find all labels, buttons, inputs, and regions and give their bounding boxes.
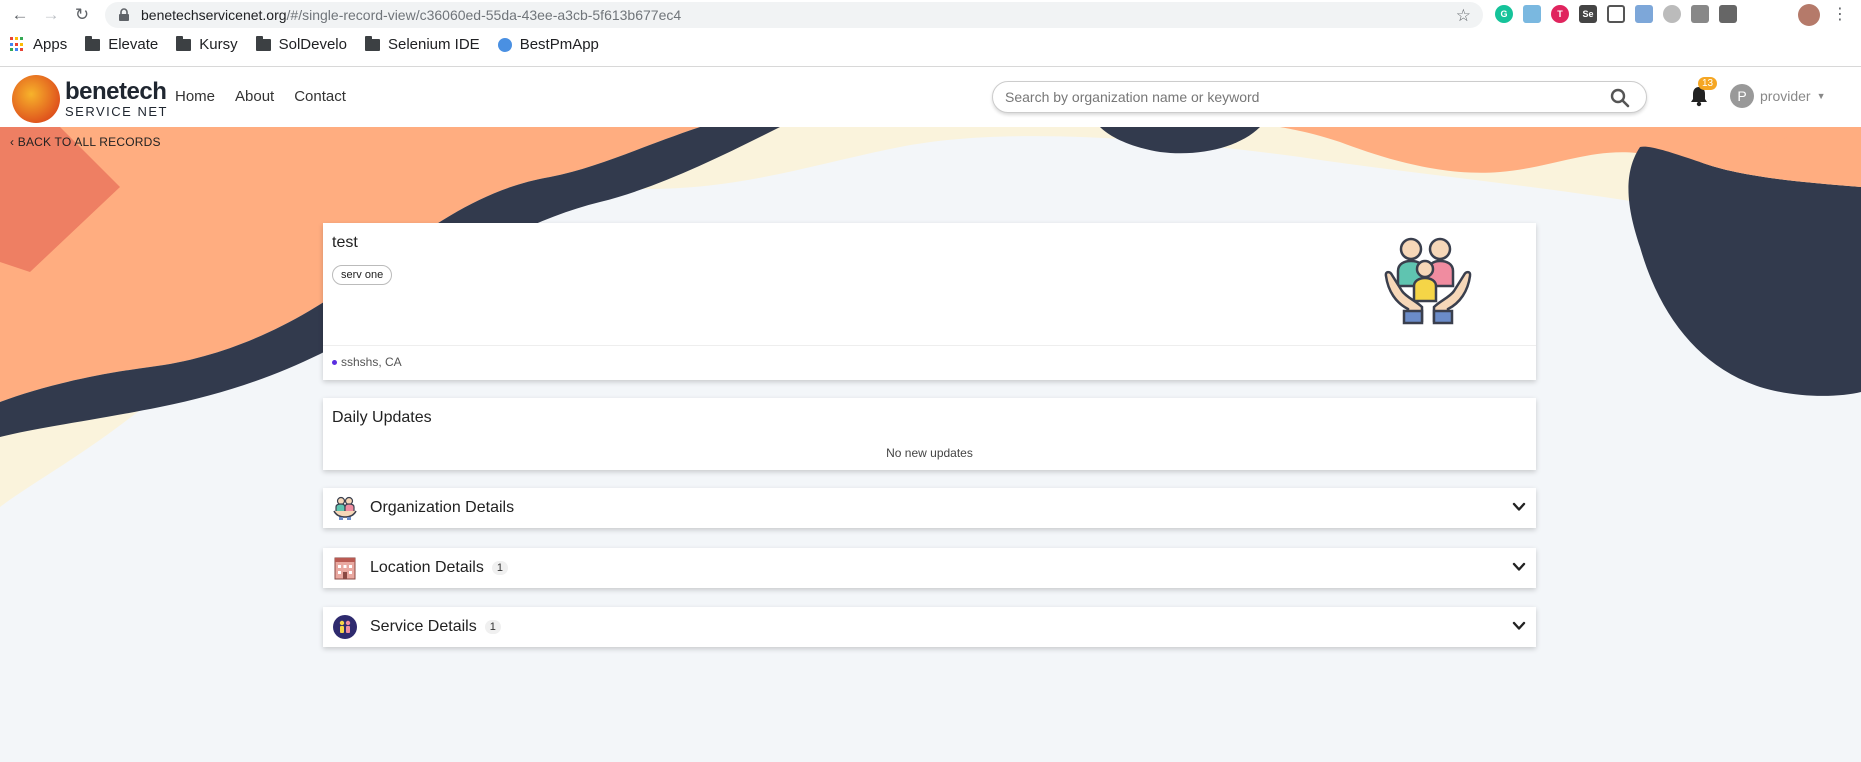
folder-icon: [176, 35, 192, 51]
organization-icon: [333, 496, 357, 520]
url-host: benetechservicenet.org: [141, 7, 287, 23]
location-details-title: Location Details: [370, 559, 484, 576]
chevron-down-icon[interactable]: [1512, 560, 1526, 574]
logo-mark-icon: [12, 75, 60, 123]
building-icon: [334, 557, 356, 580]
search-box: [992, 81, 1647, 113]
organization-details-accordion[interactable]: Organization Details: [323, 488, 1536, 528]
location-dot-icon: [332, 359, 337, 365]
bestpmapp-icon: [497, 37, 512, 52]
bookmark-apps[interactable]: Apps: [10, 36, 67, 53]
search-input[interactable]: [1005, 82, 1585, 112]
extension-icon[interactable]: [1523, 5, 1541, 23]
back-to-all-records-link[interactable]: ‹ BACK TO ALL RECORDS: [10, 135, 161, 149]
bookmark-selenium-ide[interactable]: Selenium IDE: [364, 35, 480, 53]
bookmark-elevate[interactable]: Elevate: [85, 35, 159, 53]
browser-menu-icon[interactable]: ⋮: [1832, 4, 1848, 24]
service-tag[interactable]: serv one: [332, 265, 393, 285]
organization-details-title: Organization Details: [370, 499, 515, 516]
bookmark-label: Selenium IDE: [387, 36, 480, 53]
main-nav: Home About Contact: [175, 88, 346, 105]
location-count-badge: 1: [491, 561, 508, 575]
chevron-down-icon[interactable]: [1512, 500, 1526, 514]
user-menu[interactable]: P provider ▼: [1730, 84, 1826, 108]
screenshot-icon[interactable]: [1607, 5, 1625, 23]
url-text: benetechservicenet.org/#/single-record-v…: [141, 7, 681, 23]
forward-arrow-icon[interactable]: →: [39, 3, 63, 27]
logo-text: benetech SERVICE NET: [65, 78, 168, 119]
bookmark-label: Elevate: [108, 36, 159, 53]
user-name: provider: [1760, 88, 1811, 104]
service-count-badge: 1: [484, 620, 501, 634]
extension-icons: G T Se: [1495, 5, 1737, 23]
browser-profile-avatar[interactable]: [1798, 4, 1820, 26]
record-title: test: [332, 234, 358, 251]
service-details-accordion[interactable]: Service Details 1: [323, 607, 1536, 647]
bookmark-kursy[interactable]: Kursy: [176, 35, 238, 53]
caret-down-icon: ▼: [1816, 91, 1826, 101]
url-path: /#/single-record-view/c36060ed-55da-43ee…: [286, 7, 682, 23]
benetech-logo[interactable]: benetech SERVICE NET: [12, 75, 168, 123]
nav-contact-link[interactable]: Contact: [294, 88, 346, 105]
no-updates-text: No new updates: [886, 446, 973, 460]
extension-icon[interactable]: [1719, 5, 1737, 23]
folder-icon: [255, 35, 271, 51]
daily-updates-title: Daily Updates: [332, 409, 432, 426]
bookmark-label: SolDevelo: [278, 36, 347, 53]
extension-icon[interactable]: T: [1551, 5, 1569, 23]
folder-icon: [364, 35, 380, 51]
service-icon: [333, 615, 357, 639]
app-header: benetech SERVICE NET Home About Contact …: [0, 67, 1861, 127]
extension-icon[interactable]: [1663, 5, 1681, 23]
notification-badge: 13: [1698, 77, 1718, 90]
grammarly-icon[interactable]: G: [1495, 5, 1513, 23]
logo-main-text: benetech: [65, 78, 167, 105]
nav-home-link[interactable]: Home: [175, 88, 215, 105]
bookmark-label: BestPmApp: [519, 36, 599, 53]
bookmark-star-icon[interactable]: ☆: [1456, 6, 1471, 26]
chevron-down-icon[interactable]: [1512, 619, 1526, 633]
daily-updates-card: Daily Updates No new updates: [323, 398, 1536, 470]
back-link-label: BACK TO ALL RECORDS: [17, 135, 161, 149]
card-divider: [323, 345, 1536, 346]
address-text: sshshs, CA: [341, 355, 402, 369]
logo-sub-text: SERVICE NET: [65, 104, 168, 119]
address-bar[interactable]: benetechservicenet.org/#/single-record-v…: [105, 2, 1483, 28]
lock-icon: [119, 8, 129, 21]
extension-icon[interactable]: [1691, 5, 1709, 23]
browser-chrome: ← → ↻ benetechservicenet.org/#/single-re…: [0, 0, 1861, 67]
bookmark-soldevelo[interactable]: SolDevelo: [255, 35, 347, 53]
bookmark-label: Apps: [33, 36, 68, 53]
folder-icon: [85, 35, 101, 51]
bookmark-bestpmapp[interactable]: BestPmApp: [497, 36, 599, 53]
bookmark-label: Kursy: [199, 36, 238, 53]
record-address: sshshs, CA: [332, 355, 402, 369]
family-care-icon: [1384, 237, 1472, 325]
user-avatar: P: [1730, 84, 1754, 108]
bookmarks-bar: Apps Elevate Kursy SolDevelo Selenium ID…: [10, 35, 599, 53]
back-arrow-icon[interactable]: ←: [8, 3, 32, 27]
nav-about-link[interactable]: About: [235, 88, 274, 105]
apps-icon: [10, 37, 25, 52]
chevron-left-icon: ‹: [10, 135, 15, 149]
reload-icon[interactable]: ↻: [70, 3, 94, 27]
search-icon[interactable]: [1610, 88, 1630, 108]
selenium-icon[interactable]: Se: [1579, 5, 1597, 23]
location-details-accordion[interactable]: Location Details 1: [323, 548, 1536, 588]
extension-icon[interactable]: [1635, 5, 1653, 23]
service-details-title: Service Details: [370, 618, 477, 635]
record-card: test serv one sshshs, CA: [323, 223, 1536, 380]
